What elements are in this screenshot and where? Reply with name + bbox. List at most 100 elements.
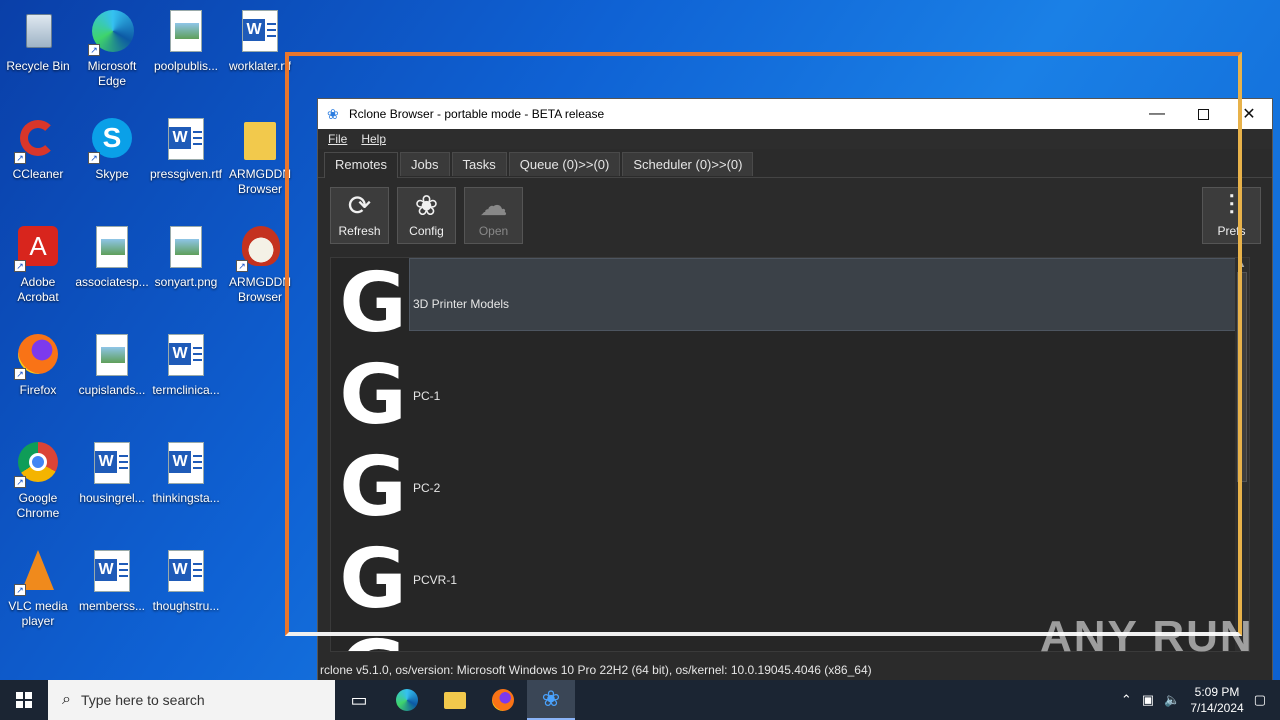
- tab-queue[interactable]: Queue (0)>>(0): [508, 152, 621, 176]
- taskbar-rclone-browser[interactable]: ❀: [527, 680, 575, 720]
- desktop-icon-poolpublis[interactable]: poolpublis...: [148, 8, 224, 74]
- recycle-bin-icon: [14, 8, 62, 56]
- remote-name: PC-1: [413, 389, 441, 403]
- menu-bar: File Help: [318, 129, 1272, 149]
- google-drive-icon: G: [339, 257, 407, 351]
- image-file-icon: [88, 224, 136, 272]
- tab-scheduler[interactable]: Scheduler (0)>>(0): [622, 152, 754, 176]
- search-icon: ⌕: [62, 691, 71, 708]
- system-tray: ⌃ ▣ 🔈 5:09 PM 7/14/2024 ▢: [1121, 684, 1280, 716]
- word-file-icon: W: [88, 548, 136, 596]
- scrollbar-thumb[interactable]: [1237, 272, 1247, 482]
- network-icon[interactable]: ▣: [1142, 692, 1154, 708]
- task-view-icon: ▭: [350, 689, 368, 710]
- desktop-icon-armgddn-browser-1[interactable]: ARMGDDN Browser: [222, 116, 298, 197]
- desktop-icon-adobe-acrobat[interactable]: A ↗ Adobe Acrobat: [0, 224, 76, 305]
- taskbar-edge[interactable]: [383, 680, 431, 720]
- desktop-icon-thoughstru[interactable]: W thoughstru...: [148, 548, 224, 614]
- task-view-button[interactable]: ▭: [335, 680, 383, 720]
- desktop-icon-google-chrome[interactable]: ↗ Google Chrome: [0, 440, 76, 521]
- desktop-icon-worklater[interactable]: W worklater.rtf: [222, 8, 298, 74]
- volume-icon[interactable]: 🔈: [1164, 692, 1180, 708]
- desktop-icon-housingrel[interactable]: W housingrel...: [74, 440, 150, 506]
- open-button[interactable]: ☁ Open: [464, 187, 523, 244]
- folder-icon: [444, 691, 466, 709]
- desktop-icon-armgddn-browser-2[interactable]: ↗ ARMGDDN Browser: [222, 224, 298, 305]
- desktop-icon-associatesp[interactable]: associatesp...: [74, 224, 150, 290]
- taskbar-firefox[interactable]: [479, 680, 527, 720]
- adobe-acrobat-icon: A ↗: [14, 224, 62, 272]
- refresh-label: Refresh: [338, 224, 381, 238]
- remotes-list[interactable]: G 3D Printer Models G PC-1 G PC-2 G PCVR…: [330, 257, 1250, 652]
- prefs-label: Prefs: [1217, 224, 1246, 238]
- desktop-icon-sonyart[interactable]: sonyart.png: [148, 224, 224, 290]
- tab-jobs[interactable]: Jobs: [400, 152, 450, 176]
- chrome-icon: ↗: [14, 440, 62, 488]
- refresh-button[interactable]: ⟳ Refresh: [330, 187, 389, 244]
- desktop-icon-firefox[interactable]: ↗ Firefox: [0, 332, 76, 398]
- toolbar: ⟳ Refresh ❀ Config ☁ Open ⫶ Prefs: [318, 178, 1272, 248]
- desktop-icon-cupislands[interactable]: cupislands...: [74, 332, 150, 398]
- rclone-browser-window: ❀ Rclone Browser - portable mode - BETA …: [317, 98, 1273, 684]
- sliders-icon: ⫶: [1227, 190, 1235, 221]
- desktop-icon-termclinica[interactable]: W termclinica...: [148, 332, 224, 398]
- image-file-icon: [88, 332, 136, 380]
- desktop-icon-recycle-bin[interactable]: Recycle Bin: [0, 8, 76, 74]
- word-file-icon: W: [162, 548, 210, 596]
- window-titlebar[interactable]: ❀ Rclone Browser - portable mode - BETA …: [318, 99, 1272, 129]
- vlc-icon: ↗: [14, 548, 62, 596]
- close-icon: ✕: [1242, 106, 1256, 123]
- minimize-icon: —: [1149, 105, 1165, 122]
- vertical-scrollbar[interactable]: ▲: [1235, 258, 1249, 651]
- prefs-button[interactable]: ⫶ Prefs: [1202, 187, 1261, 244]
- window-title: Rclone Browser - portable mode - BETA re…: [349, 107, 605, 121]
- selection-highlight: [409, 258, 1241, 331]
- tab-remotes[interactable]: Remotes: [324, 152, 399, 178]
- taskbar-file-explorer[interactable]: [431, 680, 479, 720]
- notification-icon[interactable]: ▢: [1254, 692, 1266, 708]
- list-item-remote[interactable]: G PC-2: [331, 442, 1249, 534]
- word-file-icon: W: [236, 8, 284, 56]
- edge-icon: [396, 689, 418, 711]
- firefox-icon: ↗: [14, 332, 62, 380]
- taskbar: ⌕ Type here to search ▭ ❀ ⌃ ▣ 🔈 5:09 PM …: [0, 680, 1280, 720]
- menu-file[interactable]: File: [328, 132, 347, 146]
- desktop-icon-memberss[interactable]: W memberss...: [74, 548, 150, 614]
- ccleaner-icon: ↗: [14, 116, 62, 164]
- armgddn-skull-icon: ↗: [236, 224, 284, 272]
- taskbar-search[interactable]: ⌕ Type here to search: [48, 680, 335, 720]
- image-file-icon: [162, 8, 210, 56]
- maximize-button[interactable]: [1180, 99, 1226, 129]
- word-file-icon: W: [162, 332, 210, 380]
- desktop-icon-ccleaner[interactable]: ↗ CCleaner: [0, 116, 76, 182]
- tab-tasks[interactable]: Tasks: [451, 152, 507, 176]
- desktop-icon-thinkingsta[interactable]: W thinkingsta...: [148, 440, 224, 506]
- minimize-button[interactable]: —: [1134, 99, 1180, 129]
- windows-logo-icon: [16, 692, 32, 708]
- firefox-icon: [492, 689, 514, 711]
- image-file-icon: [162, 224, 210, 272]
- desktop-icon-skype[interactable]: S ↗ Skype: [74, 116, 150, 182]
- desktop-icon-vlc[interactable]: ↗ VLC media player: [0, 548, 76, 629]
- google-drive-icon: G: [339, 532, 407, 627]
- edge-icon: ↗: [88, 8, 136, 56]
- desktop-icon-microsoft-edge[interactable]: ↗ Microsoft Edge: [74, 8, 150, 89]
- list-item-remote[interactable]: G PC-1: [331, 350, 1249, 442]
- chevron-up-icon[interactable]: ⌃: [1121, 692, 1132, 708]
- skype-icon: S ↗: [88, 116, 136, 164]
- scroll-up-icon[interactable]: ▲: [1237, 260, 1247, 269]
- word-file-icon: W: [162, 440, 210, 488]
- anyrun-watermark: ANY RUN: [1040, 612, 1254, 661]
- config-icon: ❀: [414, 190, 439, 221]
- cloud-drive-icon: ☁: [479, 190, 508, 221]
- start-button[interactable]: [0, 680, 48, 720]
- taskbar-clock[interactable]: 5:09 PM 7/14/2024: [1190, 684, 1243, 716]
- google-drive-icon: G: [339, 440, 407, 535]
- folder-icon: [236, 116, 284, 164]
- desktop-icon-pressgiven[interactable]: W pressgiven.rtf: [148, 116, 224, 182]
- config-button[interactable]: ❀ Config: [397, 187, 456, 244]
- menu-help[interactable]: Help: [361, 132, 386, 146]
- clock-time: 5:09 PM: [1194, 685, 1240, 699]
- close-button[interactable]: ✕: [1226, 99, 1272, 129]
- list-item-remote[interactable]: G 3D Printer Models: [331, 258, 1249, 350]
